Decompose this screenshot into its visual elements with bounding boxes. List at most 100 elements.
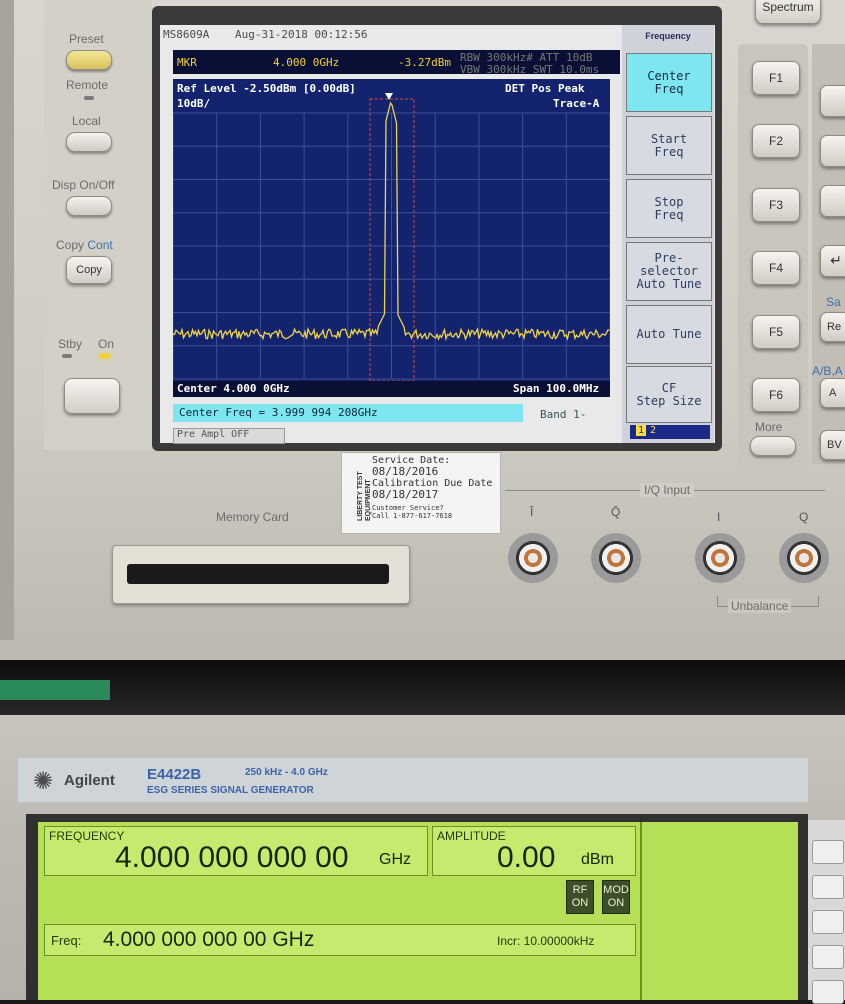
f2-key[interactable]: F2 [752, 124, 800, 158]
stby-label: Stby [58, 337, 83, 351]
amplitude-unit: dBm [581, 851, 614, 868]
center-frequency-text: Center 4.000 0GHz [177, 382, 290, 395]
agilent-spark-icon: ✺ [32, 767, 54, 795]
amplitude-value: 0.00 [497, 841, 556, 874]
softkey-header: Frequency [645, 31, 691, 41]
f1-key[interactable]: F1 [752, 61, 800, 95]
trace-text: Trace-A [553, 97, 600, 110]
bnc-i-bar-connector[interactable] [508, 533, 558, 583]
bv-button[interactable]: BV [820, 430, 845, 460]
generator-softkey-2[interactable] [812, 875, 844, 899]
rack-gap [0, 660, 845, 720]
right-button-3[interactable] [820, 185, 845, 217]
f4-key[interactable]: F4 [752, 251, 800, 285]
brand-name: Agilent [64, 772, 115, 789]
stby-led [62, 354, 72, 358]
model-text: MS8609A [163, 28, 210, 41]
generator-softkey-4[interactable] [812, 945, 844, 969]
spectrum-button[interactable]: Spectrum [755, 0, 821, 24]
remote-label: Remote [66, 78, 109, 92]
center-freq-entry-text: Center Freq = 3.999 994 208GHz [179, 406, 378, 419]
power-button[interactable] [64, 378, 120, 414]
frequency-value: 4.000 000 000 00 [115, 841, 349, 874]
page-2: 2 [650, 425, 657, 436]
softkey-stop-freq[interactable]: Stop Freq [626, 179, 712, 238]
page-1: 1 [636, 425, 647, 436]
re-button[interactable]: Re [820, 312, 845, 342]
softkey-cf-step-size[interactable]: CF Step Size [626, 366, 712, 423]
softkey-preselector-auto-tune[interactable]: Pre- selector Auto Tune [626, 242, 712, 301]
left-control-panel: Preset Remote Local Disp On/Off Copy Con… [44, 0, 152, 450]
customer-service-phone: Call 1-877-617-7618 [372, 512, 453, 520]
memory-card-slot[interactable] [112, 545, 410, 604]
softkey-center-freq[interactable]: Center Freq [626, 53, 712, 112]
service-date: 08/18/2016 [372, 465, 439, 478]
generator-range: 250 kHz - 4.0 GHz [245, 767, 328, 778]
scale-text: 10dB/ [177, 97, 211, 110]
band-text: Band 1- [540, 408, 587, 421]
generator-softkey-5[interactable] [812, 980, 844, 1004]
more-label: More [755, 420, 783, 434]
generator-brand-strip [18, 758, 808, 802]
marker-label: MKR [177, 56, 197, 69]
plot-grid [172, 112, 611, 380]
entry-value: 4.000 000 000 00 GHz [103, 928, 315, 951]
bnc-q-connector[interactable] [779, 533, 829, 583]
rf-on-indicator[interactable]: RF ON [566, 880, 594, 914]
remote-led [84, 96, 94, 100]
analyzer-screen: MS8609A Aug-31-2018 00:12:56 MKR 4.000 0… [160, 25, 715, 444]
entry-label: Freq: [51, 933, 82, 948]
detector-text: DET Pos Peak [505, 82, 585, 95]
ref-level-text: Ref Level -2.50dBm [0.00dB] [177, 82, 356, 95]
f6-key[interactable]: F6 [752, 378, 800, 412]
memory-card-slit [127, 564, 389, 584]
due-date: 08/18/2017 [372, 488, 439, 501]
analyzer-side-bezel [0, 0, 14, 640]
increment-text: Incr: 10.00000kHz [497, 934, 595, 948]
mod-on-indicator[interactable]: MOD ON [602, 880, 630, 914]
f5-key[interactable]: F5 [752, 315, 800, 349]
disp-on-off-button[interactable] [66, 196, 112, 216]
iq-input-label: I/Q Input [640, 483, 695, 497]
i-label: I [717, 510, 721, 524]
i-bar-label: Ī [530, 505, 534, 519]
frequency-unit: GHz [379, 851, 411, 868]
preset-button[interactable] [66, 50, 112, 70]
generator-right-keys [808, 820, 845, 1004]
screen-header: MS8609A Aug-31-2018 00:12:56 [160, 25, 620, 44]
copy-label: Copy Cont [56, 238, 113, 252]
rbw-info: RBW 300kHz# ATT 10dB VBW 300kHz SWT 10.0… [460, 52, 599, 76]
unbalance-label: Unbalance [728, 599, 792, 613]
amplitude-label: AMPLITUDE [437, 829, 506, 843]
return-arrow-button[interactable]: ↵ [820, 245, 845, 277]
center-freq-entry[interactable]: Center Freq = 3.999 994 208GHz [173, 404, 523, 422]
marker-level: -3.27dBm [398, 56, 451, 69]
preamp-status: Pre Ampl OFF [173, 428, 285, 444]
right-button-2[interactable] [820, 135, 845, 167]
generator-softkey-1[interactable] [812, 840, 844, 864]
bnc-q-bar-connector[interactable] [591, 533, 641, 583]
copy-button[interactable]: Copy [66, 256, 112, 284]
return-arrow-icon: ↵ [830, 252, 842, 268]
f3-key[interactable]: F3 [752, 188, 800, 222]
local-button[interactable] [66, 132, 112, 152]
softkey-start-freq[interactable]: Start Freq [626, 116, 712, 175]
generator-softkey-3[interactable] [812, 910, 844, 934]
bnc-i-connector[interactable] [695, 533, 745, 583]
disp-on-off-text: On/Off [79, 178, 115, 192]
softkey-auto-tune[interactable]: Auto Tune [626, 305, 712, 364]
right-button-1[interactable] [820, 85, 845, 117]
copy-text: Copy [56, 238, 85, 252]
cont-text: Cont [87, 238, 113, 252]
more-button[interactable] [750, 436, 796, 456]
memory-card-label: Memory Card [216, 510, 289, 524]
lcd-divider [640, 822, 642, 1000]
preamp-text: Pre Ampl OFF [177, 429, 250, 440]
a-button[interactable]: A [820, 378, 845, 408]
page-indicator: 1 2 [630, 425, 710, 439]
spectrum-plot: Ref Level -2.50dBm [0.00dB] 10dB/ DET Po… [172, 79, 611, 396]
calibration-sticker: LIBERTY TEST EQUIPMENT Service Date: 08/… [341, 452, 501, 534]
ab-label: A/B,A [812, 364, 843, 378]
span-text: Span 100.0MHz [513, 382, 600, 395]
entry-line[interactable]: Freq: 4.000 000 000 00 GHz Incr: 10.0000… [44, 924, 636, 956]
